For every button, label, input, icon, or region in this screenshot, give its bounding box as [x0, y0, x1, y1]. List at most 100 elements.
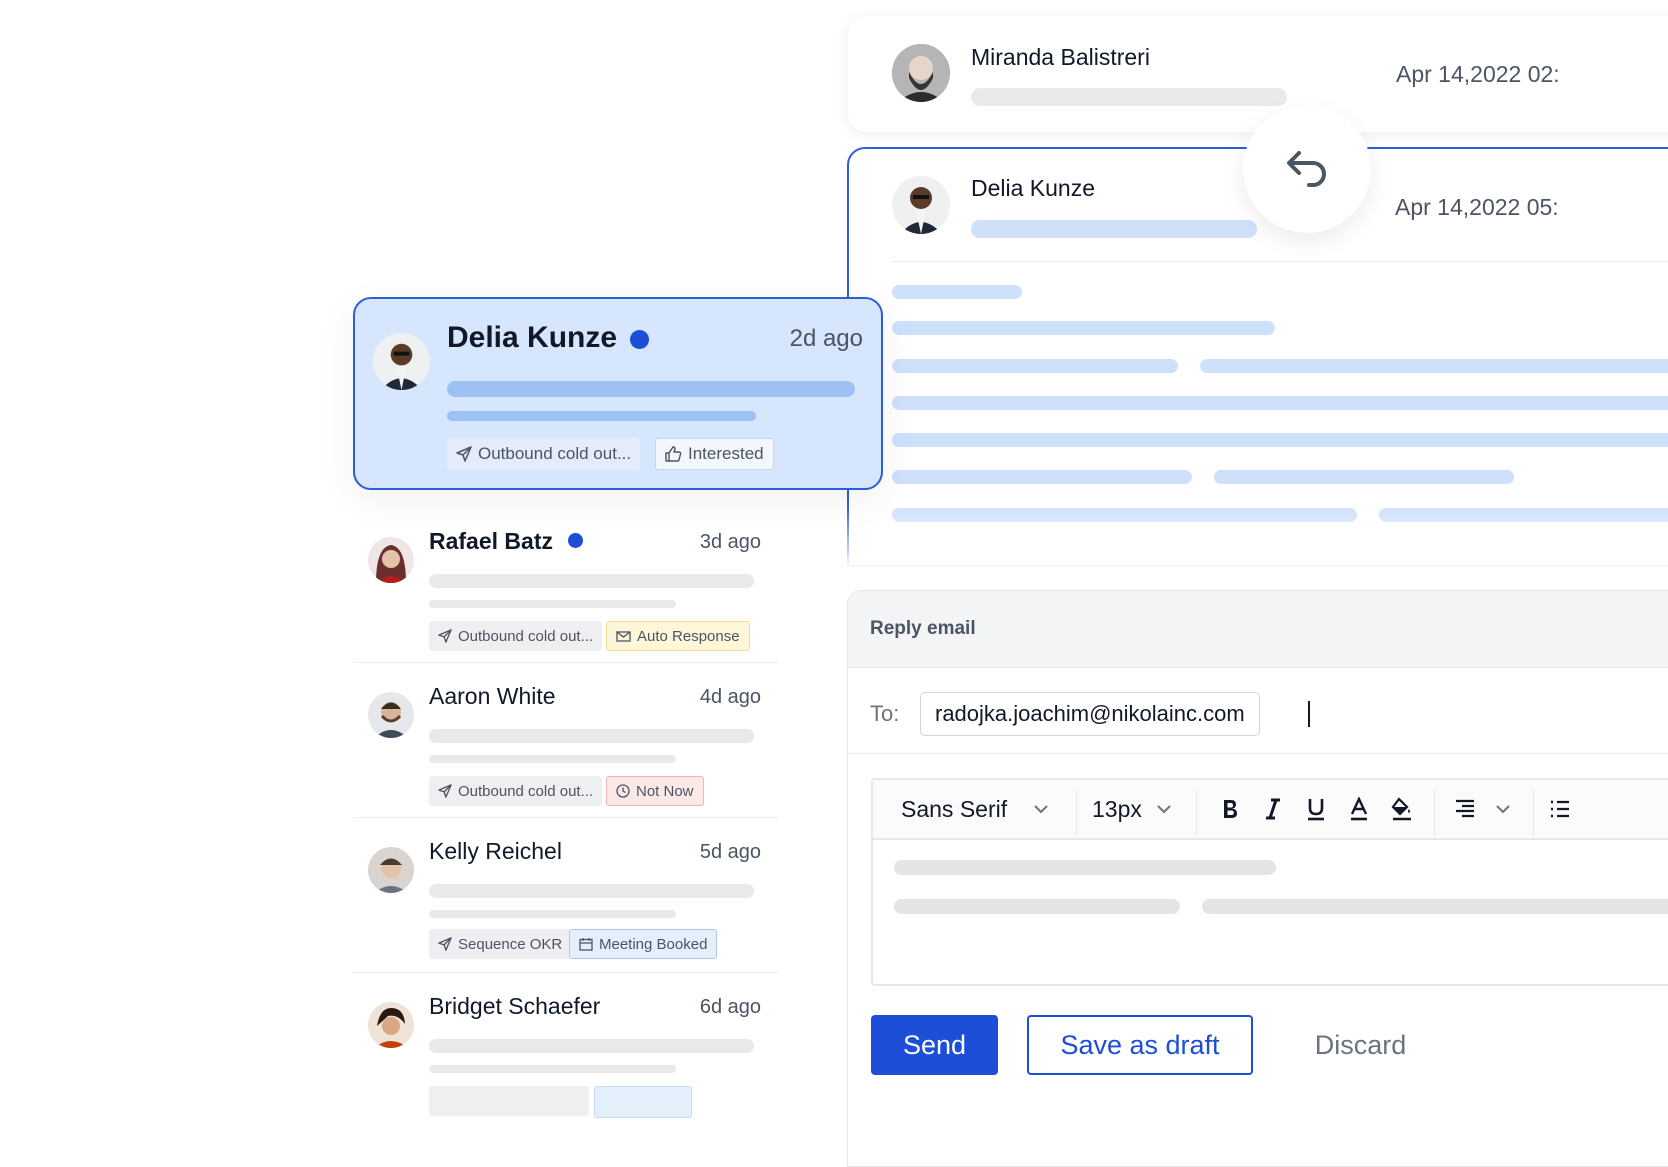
- inbox-item-rafael[interactable]: Rafael Batz 3d ago Outbound cold out... …: [353, 510, 778, 662]
- thread-message-miranda[interactable]: Miranda Balistreri Apr 14,2022 02:: [848, 16, 1668, 132]
- editor-text-line: [894, 860, 1276, 875]
- editor-toolbar: Sans Serif 13px: [873, 780, 1668, 840]
- inbox-item-aaron[interactable]: Aaron White 4d ago Outbound cold out... …: [353, 665, 778, 817]
- contact-name: Delia Kunze: [447, 321, 618, 354]
- calendar-icon: [579, 938, 593, 951]
- fill-color-icon[interactable]: [1385, 792, 1419, 826]
- contact-name: Kelly Reichel: [429, 838, 562, 864]
- envelope-icon: [616, 630, 631, 642]
- tag-label: Not Now: [636, 782, 694, 800]
- preview-line: [429, 755, 676, 763]
- toolbar-separator: [1196, 790, 1197, 836]
- avatar: [892, 44, 950, 102]
- unread-dot: [568, 533, 583, 548]
- chevron-down-icon: [1157, 805, 1171, 814]
- message-date: Apr 14,2022 02:: [1396, 61, 1560, 87]
- status-tag[interactable]: Not Now: [606, 776, 704, 806]
- send-icon: [438, 629, 452, 643]
- time-ago: 5d ago: [699, 841, 761, 863]
- send-button-label: Send: [902, 1029, 967, 1060]
- recipient-chip[interactable]: radojka.joachim@nikolainc.com: [920, 692, 1260, 736]
- save-draft-button[interactable]: Save as draft: [1027, 1015, 1253, 1075]
- underline-icon[interactable]: [1299, 792, 1333, 826]
- time-ago: 3d ago: [699, 531, 761, 553]
- sender-name: Delia Kunze: [971, 175, 1096, 201]
- divider: [353, 972, 778, 973]
- tag-label: Sequence OKR: [458, 935, 563, 953]
- discard-button[interactable]: Discard: [1288, 1015, 1433, 1075]
- tag-label: Outbound cold out...: [458, 782, 594, 800]
- align-icon[interactable]: [1448, 792, 1482, 826]
- text-color-icon[interactable]: [1342, 792, 1376, 826]
- send-button[interactable]: Send: [871, 1015, 998, 1075]
- editor-text-line: [894, 899, 1180, 914]
- send-icon: [438, 784, 452, 798]
- toolbar-separator: [1434, 790, 1435, 836]
- divider: [892, 261, 1668, 262]
- text-cursor: [1308, 701, 1310, 727]
- font-size-value: 13px: [1092, 795, 1142, 822]
- message-preview: [971, 220, 1257, 238]
- preview-line: [447, 381, 855, 397]
- tag-placeholder: [429, 1086, 589, 1116]
- preview-line: [429, 884, 754, 898]
- reply-button[interactable]: [1243, 105, 1371, 233]
- divider: [848, 753, 1668, 754]
- italic-icon[interactable]: [1256, 792, 1290, 826]
- time-ago: 2d ago: [789, 325, 863, 352]
- status-tag[interactable]: Interested: [655, 438, 774, 470]
- campaign-tag[interactable]: Outbound cold out...: [447, 438, 641, 470]
- editor[interactable]: Sans Serif 13px: [871, 778, 1668, 986]
- contact-name: Rafael Batz: [429, 528, 553, 554]
- reply-header: Reply email: [848, 591, 1668, 668]
- status-tag[interactable]: Auto Response: [606, 621, 750, 651]
- font-family-value: Sans Serif: [901, 795, 1008, 822]
- inbox-item-kelly[interactable]: Kelly Reichel 5d ago Sequence OKR Meetin…: [353, 820, 778, 972]
- message-date: Apr 14,2022 05:: [1395, 194, 1559, 220]
- time-ago: 6d ago: [699, 996, 761, 1018]
- toolbar-separator: [1076, 790, 1077, 836]
- tag-label: Outbound cold out...: [458, 627, 594, 645]
- reply-arrow-icon: [1285, 147, 1329, 192]
- tag-label: Outbound cold out...: [478, 444, 632, 463]
- tag-label: Auto Response: [637, 627, 740, 645]
- font-size-select[interactable]: 13px: [1092, 780, 1172, 838]
- preview-line: [429, 574, 754, 588]
- unread-dot: [630, 330, 649, 349]
- preview-line: [429, 1039, 754, 1053]
- tag-label: Interested: [688, 444, 764, 463]
- editor-text-line: [1202, 899, 1668, 914]
- inbox-item-delia[interactable]: Delia Kunze 2d ago Outbound cold out... …: [353, 297, 883, 490]
- preview-line: [429, 1065, 676, 1073]
- list-icon[interactable]: [1543, 792, 1577, 826]
- fade-overlay: [790, 505, 1668, 585]
- campaign-tag[interactable]: Outbound cold out...: [429, 621, 603, 651]
- status-tag[interactable]: Meeting Booked: [569, 929, 718, 959]
- reply-panel: Reply email To: radojka.joachim@nikolain…: [847, 590, 1668, 1167]
- campaign-tag[interactable]: Outbound cold out...: [429, 776, 603, 806]
- campaign-tag[interactable]: Sequence OKR: [429, 929, 572, 959]
- bold-icon[interactable]: [1213, 792, 1247, 826]
- avatar: [368, 537, 414, 583]
- chevron-down-icon[interactable]: [1488, 792, 1518, 826]
- reply-header-title: Reply email: [870, 618, 976, 639]
- tag-label: Meeting Booked: [599, 935, 708, 953]
- avatar: [368, 1002, 414, 1048]
- sender-name: Miranda Balistreri: [971, 44, 1150, 70]
- to-label: To:: [870, 701, 900, 726]
- preview-line: [447, 411, 756, 421]
- divider: [353, 817, 778, 818]
- inbox-item-bridget[interactable]: Bridget Schaefer 6d ago: [353, 975, 778, 1165]
- recipient-email: radojka.joachim@nikolainc.com: [935, 701, 1245, 726]
- avatar: [368, 847, 414, 893]
- discard-label: Discard: [1314, 1029, 1407, 1060]
- preview-line: [429, 729, 754, 743]
- font-family-select[interactable]: Sans Serif: [901, 780, 1049, 838]
- contact-name: Aaron White: [429, 683, 556, 709]
- toolbar-separator: [1533, 790, 1534, 836]
- divider: [353, 662, 778, 663]
- message-preview: [971, 88, 1287, 106]
- tag-placeholder: [594, 1086, 692, 1118]
- preview-line: [429, 910, 676, 918]
- avatar: [892, 176, 950, 234]
